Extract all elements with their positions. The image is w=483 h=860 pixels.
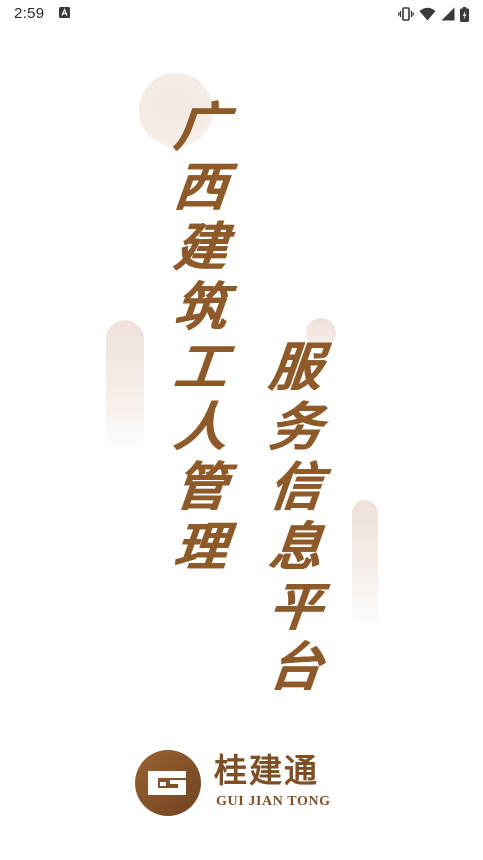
headline-char: 务 [266, 398, 326, 458]
decorative-pill-left [106, 320, 144, 455]
logo-mark-icon [135, 750, 201, 816]
vibrate-icon [398, 7, 414, 21]
headline-char: 台 [266, 638, 326, 698]
headline-char: 管 [171, 458, 231, 518]
headline-char: 筑 [171, 278, 231, 338]
headline-char: 广 [171, 98, 231, 158]
status-time: 2:59 [14, 5, 45, 22]
headline-char: 平 [266, 578, 326, 638]
status-icons [398, 5, 469, 23]
logo-name: 桂建通 [214, 751, 319, 790]
battery-icon [460, 6, 469, 22]
headline-right-column: 服 务 信 息 平 台 [267, 338, 325, 698]
status-bar: 2:59 [0, 0, 483, 28]
app-notification-icon [59, 7, 70, 18]
headline-char: 理 [171, 518, 231, 578]
headline-char: 人 [171, 398, 231, 458]
headline-left-column: 广 西 建 筑 工 人 管 理 [172, 98, 230, 578]
headline-char: 息 [266, 518, 326, 578]
brand-logo: 桂建通 GUI JIAN TONG [134, 749, 354, 817]
signal-icon [441, 7, 455, 21]
headline-char: 信 [266, 458, 326, 518]
headline-char: 建 [171, 218, 231, 278]
wifi-icon [419, 7, 436, 21]
headline-char: 服 [266, 338, 326, 398]
decorative-pill-right [352, 500, 378, 630]
headline-char: 西 [171, 158, 231, 218]
splash-screen: 2:59 广 西 建 筑 工 人 管 理 服 务 信 息 平 台 桂建通 GUI… [0, 0, 483, 860]
logo-pinyin: GUI JIAN TONG [216, 794, 331, 809]
headline-char: 工 [171, 338, 231, 398]
